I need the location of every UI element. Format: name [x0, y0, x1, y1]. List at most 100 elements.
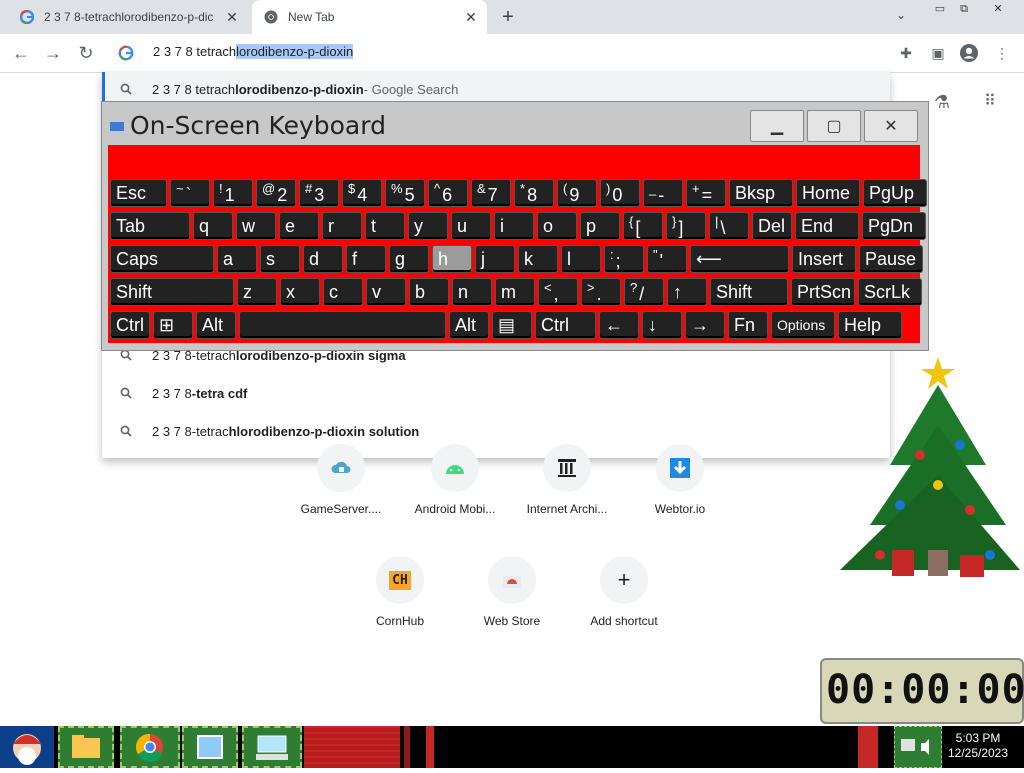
new-tab-button[interactable]: + — [496, 6, 520, 28]
key-o[interactable]: o — [537, 212, 577, 240]
osk-minimize-icon[interactable]: ▁ — [750, 110, 804, 142]
shortcut-tile[interactable]: GameServer.... — [286, 444, 396, 516]
shortcut-tile[interactable]: Web Store — [457, 556, 567, 628]
key-q[interactable]: q — [193, 212, 233, 240]
key-m[interactable]: m — [495, 278, 535, 306]
key-help[interactable]: Help — [838, 311, 902, 339]
close-window-icon[interactable]: ✕ — [986, 2, 1010, 16]
shortcut-tile[interactable]: CH CornHub — [345, 556, 455, 628]
apps-grid-icon[interactable]: ⠿ — [980, 92, 1000, 112]
key-1[interactable]: ! 1 — [213, 179, 253, 207]
key-9[interactable]: (9 — [557, 179, 597, 207]
suggestion-item[interactable]: 2 3 7 8 -tetra cdf — [102, 375, 890, 411]
key-e[interactable]: e — [279, 212, 319, 240]
key-a[interactable]: a — [217, 245, 257, 273]
key-sym12[interactable]: ⟵ — [690, 245, 789, 273]
key-8[interactable]: * 8 — [514, 179, 554, 207]
key-options[interactable]: Options — [771, 311, 835, 339]
key-sym5[interactable]: ▤ — [492, 311, 532, 339]
key-sym12[interactable]: _ - — [643, 179, 683, 207]
file-explorer-icon[interactable] — [58, 726, 114, 768]
key-h[interactable]: h — [432, 245, 472, 273]
restore-window-icon[interactable]: ⧉ — [952, 2, 976, 16]
reload-icon[interactable]: ↻ — [75, 42, 97, 64]
on-screen-keyboard-taskbar-icon[interactable] — [242, 726, 302, 768]
key-l[interactable]: l — [561, 245, 601, 273]
key-5[interactable]: % 5 — [385, 179, 425, 207]
profile-avatar-icon[interactable] — [959, 43, 979, 63]
key-g[interactable]: g — [389, 245, 429, 273]
key-r[interactable]: r — [322, 212, 362, 240]
key-3[interactable]: #3 — [299, 179, 339, 207]
key-sym9[interactable]: → — [685, 311, 725, 339]
key-ctrl[interactable]: Ctrl — [110, 311, 150, 339]
key-prtscn[interactable]: PrtScn — [791, 278, 855, 306]
key-home[interactable]: Home — [796, 179, 860, 207]
key-n[interactable]: n — [452, 278, 492, 306]
key-6[interactable]: ^ 6 — [428, 179, 468, 207]
key-pgup[interactable]: PgUp — [863, 179, 927, 207]
key-sym10[interactable]: ? / — [624, 278, 664, 306]
key-tab[interactable]: Tab — [110, 212, 190, 240]
close-tab-icon[interactable]: ✕ — [224, 9, 240, 26]
key-scrlk[interactable]: ScrLk — [858, 278, 922, 306]
key-sym7[interactable]: ← — [599, 311, 639, 339]
key-k[interactable]: k — [518, 245, 558, 273]
key-sym11[interactable]: ↑ — [667, 278, 707, 306]
key-u[interactable]: u — [451, 212, 491, 240]
key-t[interactable]: t — [365, 212, 405, 240]
key-pgdn[interactable]: PgDn — [862, 212, 926, 240]
chrome-taskbar-icon[interactable] — [120, 726, 180, 768]
key-sym12[interactable]: }] — [666, 212, 706, 240]
tab-new-tab[interactable]: New Tab ✕ — [252, 0, 487, 34]
key-sym1[interactable]: ~ ` — [170, 179, 210, 207]
tray-clock[interactable]: 5:03 PM 12/25/2023 — [946, 731, 1010, 761]
key-c[interactable]: c — [323, 278, 363, 306]
osk-maximize-icon[interactable]: ▢ — [807, 110, 861, 142]
key-sym1[interactable]: ⊞ — [153, 311, 193, 339]
key-end[interactable]: End — [795, 212, 859, 240]
key-shift[interactable]: Shift — [110, 278, 234, 306]
key-space[interactable] — [239, 311, 446, 339]
forward-arrow-icon[interactable]: → — [42, 42, 64, 64]
key-2[interactable]: @2 — [256, 179, 296, 207]
key-b[interactable]: b — [409, 278, 449, 306]
key-v[interactable]: v — [366, 278, 406, 306]
key-sym10[interactable]: :; — [604, 245, 644, 273]
key-sym8[interactable]: <, — [538, 278, 578, 306]
key-caps[interactable]: Caps — [110, 245, 214, 273]
key-pause[interactable]: Pause — [859, 245, 923, 273]
key-w[interactable]: w — [236, 212, 276, 240]
key-ctrl[interactable]: Ctrl — [535, 311, 596, 339]
shortcut-tile[interactable]: Internet Archi... — [512, 444, 622, 516]
key-d[interactable]: d — [303, 245, 343, 273]
key-sym9[interactable]: >. — [581, 278, 621, 306]
key-fn[interactable]: Fn — [728, 311, 768, 339]
key-sym11[interactable]: {[ — [623, 212, 663, 240]
side-panel-icon[interactable]: ▣ — [928, 43, 948, 63]
shortcut-tile[interactable]: Android Mobi... — [400, 444, 510, 516]
close-tab-icon[interactable]: ✕ — [463, 9, 479, 26]
back-arrow-icon[interactable]: ← — [10, 42, 32, 64]
minimize-window-icon[interactable]: ▭ — [928, 2, 952, 16]
osk-close-icon[interactable]: ✕ — [864, 110, 918, 142]
key-x[interactable]: x — [280, 278, 320, 306]
key-bksp[interactable]: Bksp — [729, 179, 793, 207]
shortcut-tile[interactable]: Webtor.io — [625, 444, 735, 516]
photo-viewer-icon[interactable] — [182, 726, 238, 768]
start-button-santa-icon[interactable] — [0, 726, 54, 768]
key-sym13[interactable]: | \ — [709, 212, 749, 240]
key-alt[interactable]: Alt — [449, 311, 489, 339]
key-alt[interactable]: Alt — [196, 311, 236, 339]
address-bar-text[interactable]: 2 3 7 8 tetrachlorodibenzo-p-dioxin — [153, 44, 354, 59]
add-shortcut-tile[interactable]: + Add shortcut — [569, 556, 679, 628]
key-p[interactable]: p — [580, 212, 620, 240]
key-z[interactable]: z — [237, 278, 277, 306]
key-4[interactable]: $4 — [342, 179, 382, 207]
key-i[interactable]: i — [494, 212, 534, 240]
network-volume-tray-icon[interactable] — [894, 726, 942, 768]
key-s[interactable]: s — [260, 245, 300, 273]
key-shift[interactable]: Shift — [710, 278, 788, 306]
key-insert[interactable]: Insert — [792, 245, 856, 273]
tab-search-chevron-icon[interactable]: ⌄ — [896, 8, 914, 26]
